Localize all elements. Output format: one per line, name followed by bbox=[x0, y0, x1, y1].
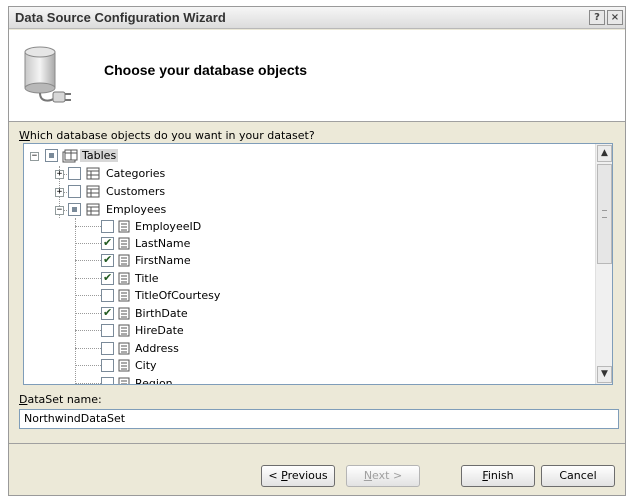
customers-checkbox[interactable] bbox=[68, 185, 81, 198]
employees-checkbox[interactable] bbox=[68, 203, 81, 216]
column-icon bbox=[118, 272, 130, 288]
page-title: Choose your database objects bbox=[104, 62, 308, 78]
address-label: Address bbox=[135, 342, 179, 355]
tree-node-tables[interactable]: − Tables bbox=[24, 148, 224, 164]
tree-node-employees[interactable]: − Employees bbox=[24, 202, 224, 218]
table-icon bbox=[86, 185, 100, 201]
window-title: Data Source Configuration Wizard bbox=[15, 10, 226, 25]
firstname-label: FirstName bbox=[135, 254, 191, 267]
previous-prefix: < bbox=[268, 469, 282, 482]
prompt-text: hich database objects do you want in you… bbox=[29, 129, 315, 142]
database-objects-tree[interactable]: − Tables + Categories + Customers − Empl… bbox=[23, 143, 613, 385]
lastname-label: LastName bbox=[135, 237, 191, 250]
employeeid-label: EmployeeID bbox=[135, 220, 202, 233]
tree-node-employeeid[interactable]: EmployeeID bbox=[24, 219, 284, 235]
tree-node-birthdate[interactable]: BirthDate bbox=[24, 306, 284, 322]
previous-button[interactable]: < Previous bbox=[261, 465, 335, 487]
tree-node-region[interactable]: Region bbox=[24, 376, 284, 385]
column-icon bbox=[118, 342, 130, 358]
titleofcourtesy-checkbox[interactable] bbox=[101, 289, 114, 302]
wizard-header: Choose your database objects bbox=[9, 30, 625, 122]
column-icon bbox=[118, 220, 130, 236]
hiredate-checkbox[interactable] bbox=[101, 324, 114, 337]
wizard-window: Data Source Configuration Wizard ? × Cho… bbox=[8, 6, 626, 496]
dataset-name-label: DataSet name: bbox=[19, 393, 102, 406]
prompt-accelerator: W bbox=[19, 129, 30, 142]
finish-button[interactable]: Finish bbox=[461, 465, 535, 487]
birthdate-checkbox[interactable] bbox=[101, 306, 114, 320]
database-plug-icon bbox=[19, 44, 75, 111]
tree-node-lastname[interactable]: LastName bbox=[24, 236, 284, 252]
tables-folder-icon bbox=[62, 149, 78, 166]
column-icon bbox=[118, 237, 130, 253]
dataset-name-input[interactable]: NorthwindDataSet bbox=[19, 409, 619, 429]
tree-node-titleofcourtesy[interactable]: TitleOfCourtesy bbox=[24, 288, 284, 304]
expand-toggle[interactable]: + bbox=[55, 170, 64, 179]
title-label: Title bbox=[135, 272, 159, 285]
address-checkbox[interactable] bbox=[101, 342, 114, 355]
column-icon bbox=[118, 307, 130, 323]
next-accelerator: N bbox=[363, 469, 373, 482]
scroll-thumb[interactable] bbox=[597, 164, 612, 264]
categories-label: Categories bbox=[106, 167, 166, 180]
tree-scrollbar[interactable]: ▲ ▼ bbox=[595, 144, 612, 384]
table-icon bbox=[86, 167, 100, 183]
city-checkbox[interactable] bbox=[101, 359, 114, 372]
title-checkbox[interactable] bbox=[101, 271, 114, 285]
help-button[interactable]: ? bbox=[589, 10, 605, 25]
employeeid-checkbox[interactable] bbox=[101, 220, 114, 233]
dataset-label-text: ataSet name: bbox=[27, 393, 102, 406]
footer-divider bbox=[9, 443, 625, 444]
lastname-checkbox[interactable] bbox=[101, 236, 114, 250]
tables-label: Tables bbox=[80, 149, 119, 162]
previous-label: revious bbox=[287, 469, 328, 482]
hiredate-label: HireDate bbox=[135, 324, 184, 337]
collapse-toggle[interactable]: − bbox=[30, 152, 39, 161]
next-button[interactable]: Next > bbox=[346, 465, 420, 487]
column-icon bbox=[118, 359, 130, 375]
tree-node-categories[interactable]: + Categories bbox=[24, 166, 224, 182]
tree-node-city[interactable]: City bbox=[24, 358, 284, 374]
employees-label: Employees bbox=[106, 203, 167, 216]
column-icon bbox=[118, 254, 130, 270]
scroll-up-button[interactable]: ▲ bbox=[597, 145, 612, 162]
column-icon bbox=[118, 324, 130, 340]
cancel-button[interactable]: Cancel bbox=[541, 465, 615, 487]
close-button[interactable]: × bbox=[607, 10, 623, 25]
finish-label: inish bbox=[487, 469, 514, 482]
region-label: Region bbox=[135, 377, 173, 385]
tree-prompt-label: Which database objects do you want in yo… bbox=[19, 129, 315, 142]
next-label: ext > bbox=[372, 469, 403, 482]
customers-label: Customers bbox=[106, 185, 166, 198]
tree-node-title[interactable]: Title bbox=[24, 271, 284, 287]
scroll-down-button[interactable]: ▼ bbox=[597, 366, 612, 383]
tree-node-firstname[interactable]: FirstName bbox=[24, 253, 284, 269]
region-checkbox[interactable] bbox=[101, 377, 114, 384]
city-label: City bbox=[135, 359, 157, 372]
titleofcourtesy-label: TitleOfCourtesy bbox=[135, 289, 221, 302]
tables-checkbox[interactable] bbox=[45, 149, 58, 162]
table-icon bbox=[86, 203, 100, 219]
expand-toggle[interactable]: + bbox=[55, 188, 64, 197]
collapse-toggle[interactable]: − bbox=[55, 206, 64, 215]
categories-checkbox[interactable] bbox=[68, 167, 81, 180]
firstname-checkbox[interactable] bbox=[101, 253, 114, 267]
birthdate-label: BirthDate bbox=[135, 307, 188, 320]
column-icon bbox=[118, 289, 130, 305]
tree-node-customers[interactable]: + Customers bbox=[24, 184, 224, 200]
title-bar: Data Source Configuration Wizard ? × bbox=[9, 7, 625, 29]
column-icon bbox=[118, 377, 130, 384]
tree-node-address[interactable]: Address bbox=[24, 341, 284, 357]
tree-node-hiredate[interactable]: HireDate bbox=[24, 323, 284, 339]
